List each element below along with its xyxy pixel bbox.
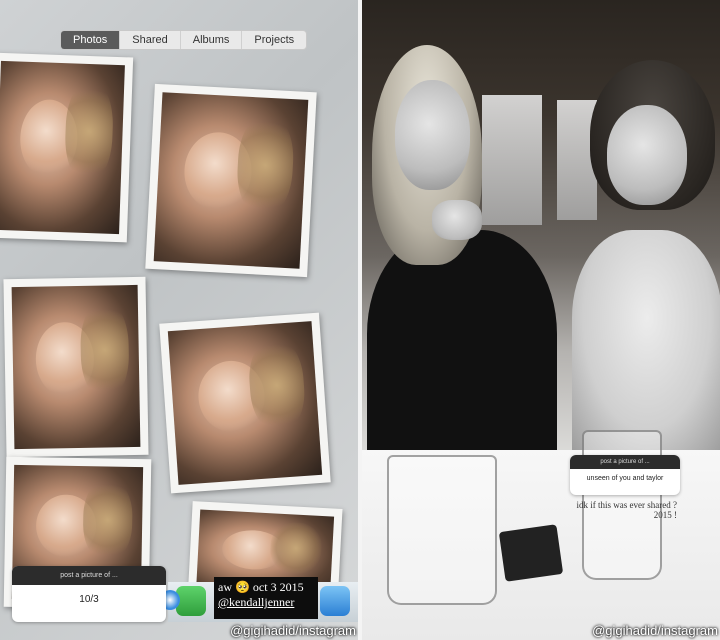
question-answer: 10/3 [79,594,99,605]
left-story-panel: Photos Shared Albums Projects aw 🥺 oct 3… [0,0,358,640]
caption-mention: @kendalljenner [218,595,295,609]
phone [498,524,564,582]
right-story-panel: post a picture of ... unseen of you and … [362,0,720,640]
question-prompt: post a picture of ... [12,566,166,585]
story-note: idk if this was ever shared ? 2015 ! [537,500,677,520]
question-sticker[interactable]: post a picture of ... unseen of you and … [570,455,680,495]
photo-print [145,83,317,278]
note-line-2: 2015 ! [653,510,677,520]
note-line-1: idk if this was ever shared ? [576,500,677,510]
photo-print [3,276,149,458]
photos-segmented-control[interactable]: Photos Shared Albums Projects [60,30,308,50]
tab-shared[interactable]: Shared [120,31,181,49]
photo-print [0,52,134,243]
watermark: @gigihadid/instagram [230,623,356,638]
drinking-glass [387,455,497,605]
facetime-icon[interactable] [176,586,206,616]
window-light [482,95,542,225]
watermark: @gigihadid/instagram [592,623,718,638]
question-answer: unseen of you and taylor [586,475,664,482]
tab-projects[interactable]: Projects [242,31,306,49]
tab-albums[interactable]: Albums [181,31,243,49]
story-caption: aw 🥺 oct 3 2015 @kendalljenner [214,577,318,619]
app-store-icon[interactable] [320,586,350,616]
caption-date: aw 🥺 oct 3 2015 [218,580,304,594]
question-sticker[interactable]: post a picture of ... 10/3 [12,566,166,622]
tab-photos[interactable]: Photos [61,31,121,49]
question-prompt: post a picture of ... [570,455,680,469]
photo-print [159,312,331,494]
